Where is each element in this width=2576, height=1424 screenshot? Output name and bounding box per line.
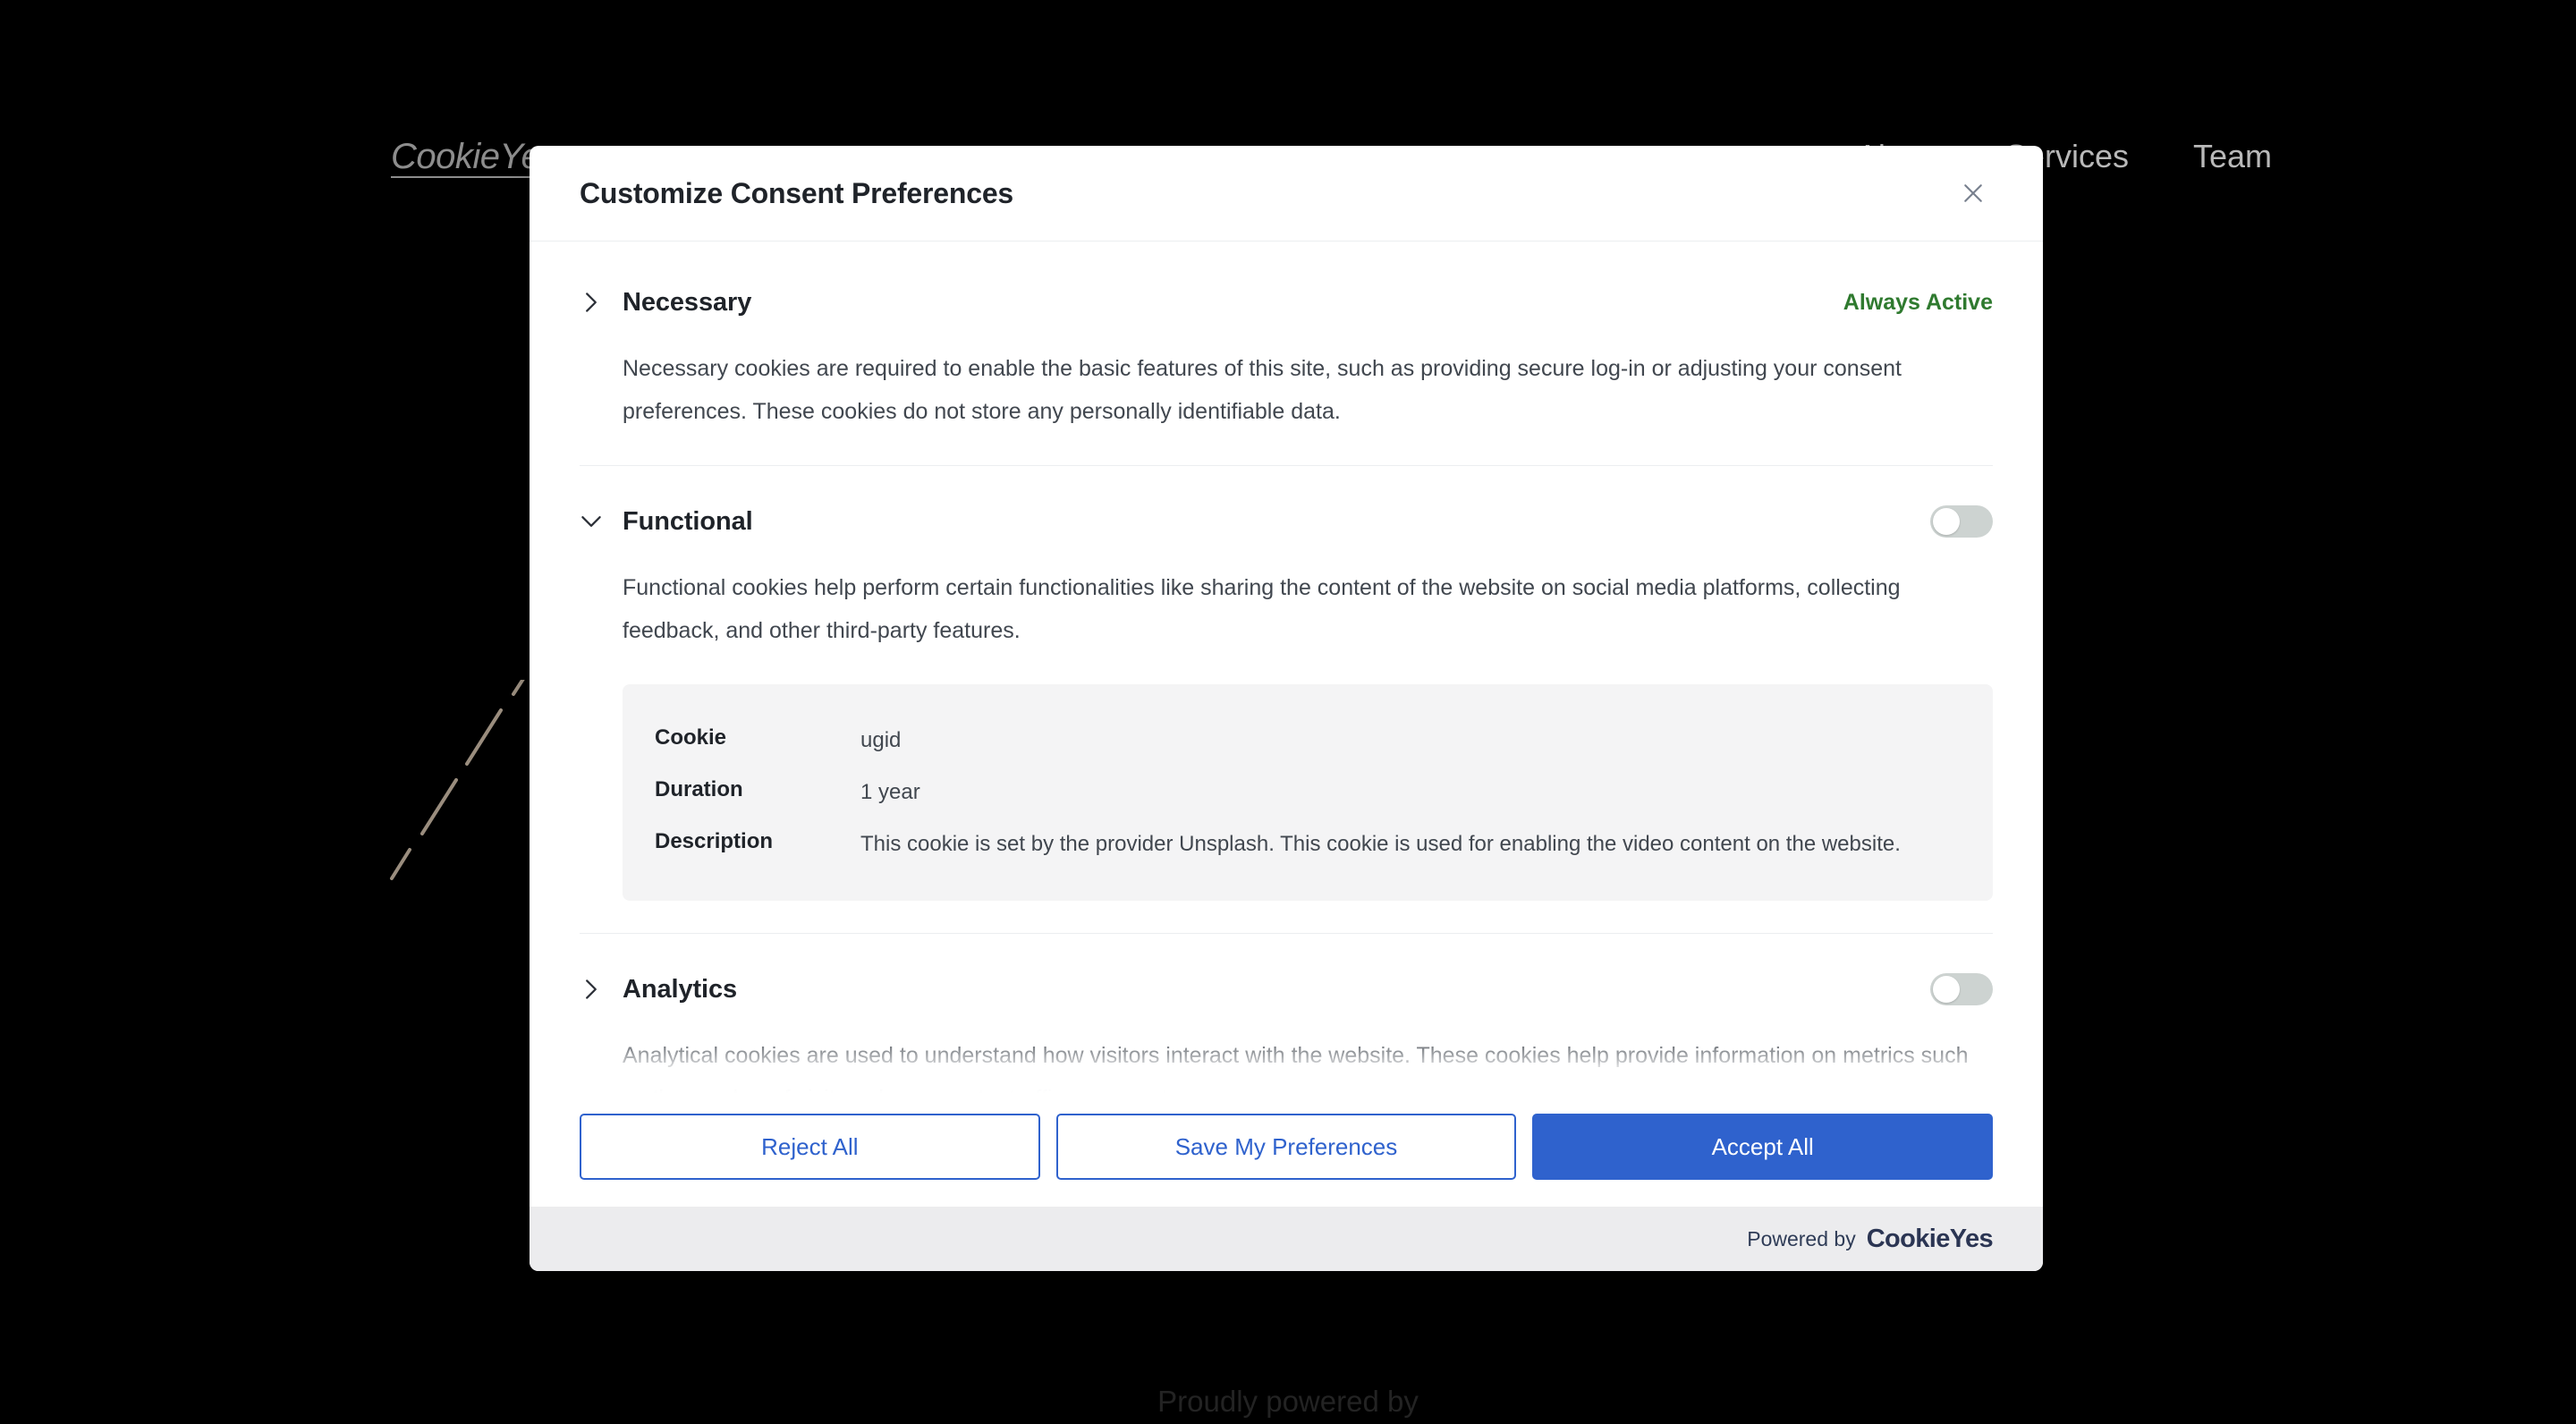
cookieyes-logo-part2: Yes <box>1949 1224 1994 1253</box>
toggle-knob <box>1933 508 1960 535</box>
decorative-dashed-diagonal-icon <box>390 680 525 880</box>
powered-by-label: Powered by <box>1747 1226 1856 1250</box>
category-title: Necessary <box>623 287 752 317</box>
site-footer-text: Proudly powered by <box>1157 1385 1419 1418</box>
modal-header: Customize Consent Preferences <box>530 146 2043 242</box>
category-header[interactable]: Necessary Always Active <box>580 281 1993 324</box>
table-row: Duration 1 year <box>655 767 1961 818</box>
chevron-down-icon[interactable] <box>580 510 603 533</box>
cookie-field-label: Description <box>655 829 774 853</box>
cookie-field-label: Duration <box>655 777 743 801</box>
category-functional: Functional Functional cookies help perfo… <box>580 466 1993 934</box>
category-description: Analytical cookies are used to understan… <box>623 1043 1969 1094</box>
reject-all-button[interactable]: Reject All <box>580 1114 1040 1180</box>
chevron-right-icon[interactable] <box>580 978 603 1001</box>
cookie-details-card: Cookie ugid Duration 1 year Description … <box>623 684 1993 901</box>
cookie-field-value: ugid <box>860 728 902 752</box>
category-title: Functional <box>623 506 753 536</box>
table-row: Cookie ugid <box>655 715 1961 767</box>
save-preferences-button[interactable]: Save My Preferences <box>1055 1114 1517 1180</box>
modal-action-bar: Reject All Save My Preferences Accept Al… <box>530 1094 2043 1207</box>
cookie-field-value: 1 year <box>860 780 920 804</box>
close-icon <box>1964 184 1982 202</box>
chevron-right-icon[interactable] <box>580 291 603 314</box>
cookie-field-value: This cookie is set by the provider Unspl… <box>860 832 1901 856</box>
category-title: Analytics <box>623 974 738 1004</box>
cookieyes-logo-part1: Cookie <box>1866 1224 1951 1253</box>
cookie-field-label: Cookie <box>655 725 727 750</box>
nav-item-team[interactable]: Team <box>2193 127 2272 186</box>
toggle-knob <box>1933 976 1960 1003</box>
modal-scroll-body[interactable]: Necessary Always Active Necessary cookie… <box>530 242 2043 1094</box>
category-analytics: Analytics Analytical cookies are used to… <box>580 934 1993 1094</box>
toggle-analytics[interactable] <box>1930 973 1993 1005</box>
cookieyes-logo[interactable]: Cookie Yes <box>1866 1224 1994 1254</box>
status-badge-always-active: Always Active <box>1843 289 1993 315</box>
table-row: Description This cookie is set by the pr… <box>655 818 1961 870</box>
consent-preferences-modal: Customize Consent Preferences Necessary … <box>530 146 2043 1271</box>
modal-brand-bar: Powered by Cookie Yes <box>530 1207 2043 1271</box>
category-description: Functional cookies help perform certain … <box>623 575 1901 643</box>
category-header[interactable]: Analytics <box>580 968 1993 1011</box>
toggle-functional[interactable] <box>1930 505 1993 538</box>
category-description: Necessary cookies are required to enable… <box>623 356 1902 424</box>
close-button[interactable] <box>1953 174 1993 213</box>
accept-all-button[interactable]: Accept All <box>1532 1114 1994 1180</box>
category-necessary: Necessary Always Active Necessary cookie… <box>580 247 1993 466</box>
category-header[interactable]: Functional <box>580 500 1993 543</box>
page-title: Customize Consent Preferences <box>580 176 1014 209</box>
